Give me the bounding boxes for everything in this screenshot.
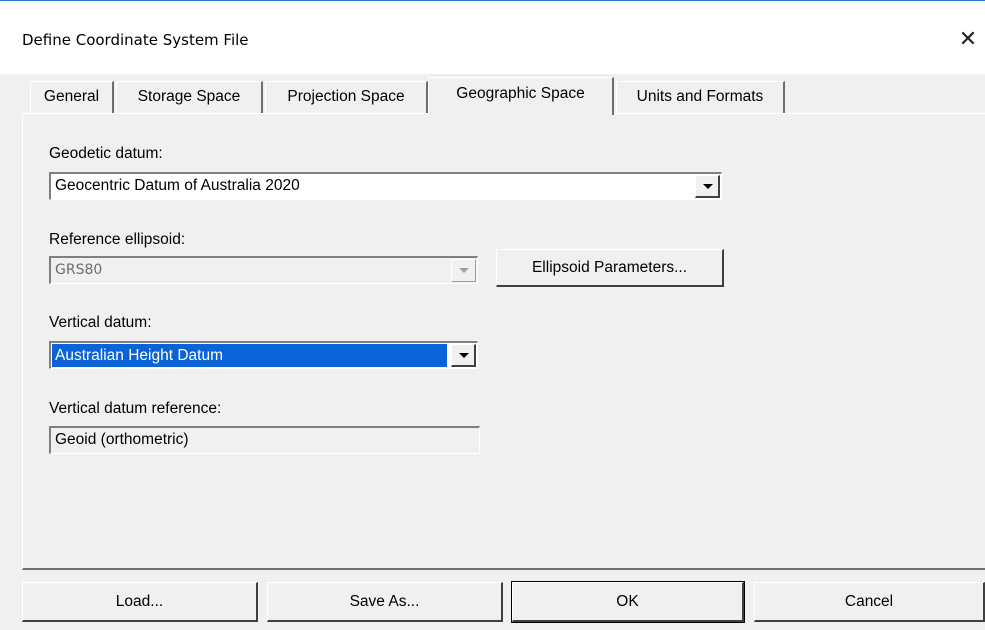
vertical-datum-dropdown-button[interactable] — [451, 344, 476, 367]
vertical-datum-reference-field: Geoid (orthometric) — [49, 426, 480, 454]
load-button[interactable]: Load... — [22, 582, 258, 622]
reference-ellipsoid-value: GRS80 — [55, 262, 103, 278]
dialog-window: Define Coordinate System File ✕ General … — [0, 0, 985, 630]
vertical-datum-reference-value: Geoid (orthometric) — [55, 431, 189, 448]
vertical-datum-select[interactable]: Australian Height Datum — [49, 341, 478, 369]
save-as-button[interactable]: Save As... — [267, 582, 503, 622]
reference-ellipsoid-label: Reference ellipsoid: — [49, 231, 186, 248]
tab-units-and-formats[interactable]: Units and Formats — [616, 81, 785, 113]
geodetic-datum-dropdown-button[interactable] — [695, 175, 720, 198]
tab-storage-space[interactable]: Storage Space — [116, 81, 263, 113]
reference-ellipsoid-select: GRS80 — [49, 256, 478, 284]
tab-general[interactable]: General — [30, 81, 114, 113]
close-icon[interactable]: ✕ — [954, 25, 982, 53]
cancel-button[interactable]: Cancel — [754, 582, 985, 622]
geodetic-datum-label: Geodetic datum: — [49, 145, 163, 162]
ellipsoid-parameters-button[interactable]: Ellipsoid Parameters... — [496, 249, 724, 287]
vertical-datum-label: Vertical datum: — [49, 314, 152, 331]
reference-ellipsoid-dropdown-button — [451, 259, 476, 282]
window-title: Define Coordinate System File — [22, 31, 249, 49]
tab-panel: Geodetic datum: Geocentric Datum of Aust… — [22, 113, 985, 570]
tab-geographic-space[interactable]: Geographic Space — [428, 77, 614, 115]
chevron-down-icon — [703, 184, 713, 189]
chevron-down-icon — [459, 268, 469, 273]
title-bar: Define Coordinate System File ✕ — [0, 0, 985, 74]
vertical-datum-reference-label: Vertical datum reference: — [49, 400, 222, 417]
vertical-datum-value: Australian Height Datum — [52, 344, 447, 367]
ok-button[interactable]: OK — [511, 581, 745, 623]
tab-projection-space[interactable]: Projection Space — [265, 81, 428, 113]
geodetic-datum-value: Geocentric Datum of Australia 2020 — [55, 177, 300, 194]
geodetic-datum-select[interactable]: Geocentric Datum of Australia 2020 — [49, 172, 722, 200]
chevron-down-icon — [459, 353, 469, 358]
